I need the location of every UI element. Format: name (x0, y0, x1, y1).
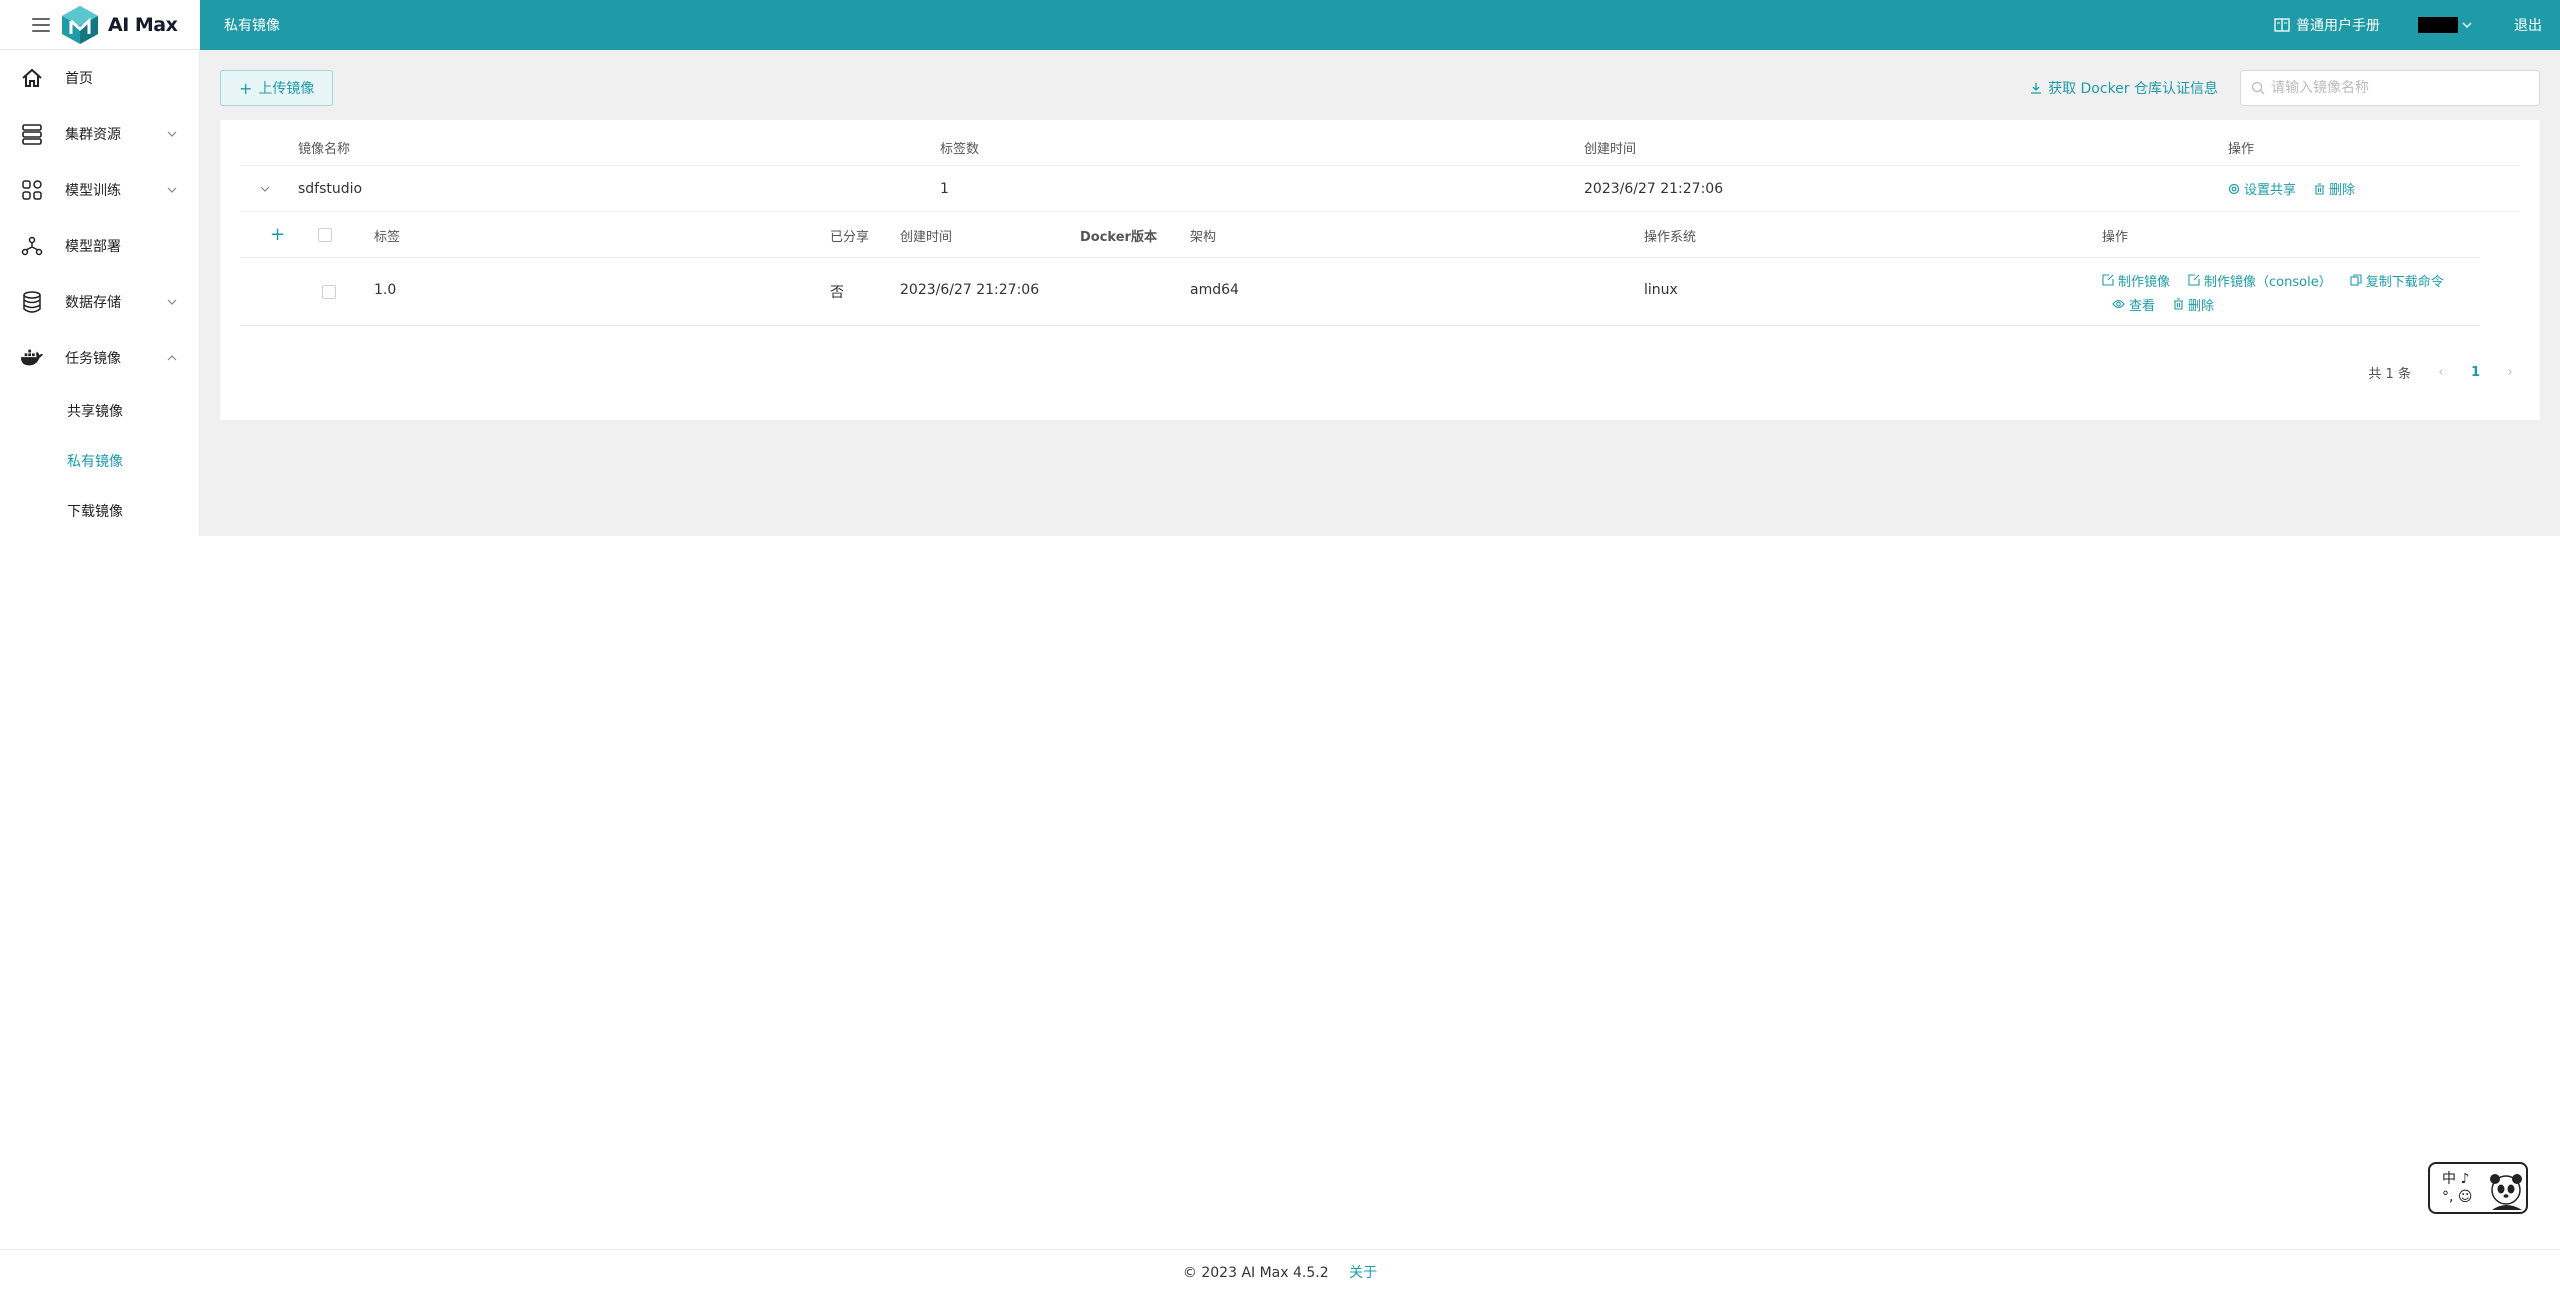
grid-icon (20, 178, 44, 202)
row-checkbox[interactable] (322, 285, 336, 299)
view-button[interactable]: 查看 (2112, 295, 2155, 314)
tag-count: 1 (940, 180, 949, 197)
copy-icon (2350, 274, 2362, 286)
sidebar-item-task-image[interactable]: 任务镜像 (0, 330, 199, 386)
search-box (2240, 70, 2540, 106)
page-title: 私有镜像 (224, 18, 280, 34)
set-share-button[interactable]: 设置共享 (2228, 179, 2296, 198)
avatar (2418, 17, 2458, 33)
pagination-total: 共 1 条 (2368, 367, 2411, 382)
content-area: + 上传镜像 获取 Docker 仓库认证信息 镜像名称 标签数 创建时间 操作… (200, 50, 2560, 536)
chevron-down-icon[interactable] (260, 186, 270, 192)
sidebar-subitem-download-images[interactable]: 下载镜像 (0, 486, 199, 536)
server-icon (20, 122, 44, 146)
edit-icon (2102, 274, 2114, 286)
user-menu[interactable] (2418, 17, 2472, 33)
column-header-created: 创建时间 (1584, 142, 1637, 157)
delete-image-button[interactable]: 删除 (2314, 179, 2355, 198)
column-header-tags: 标签数 (940, 142, 980, 157)
chevron-up-icon (167, 355, 177, 361)
plus-icon: + (239, 78, 253, 98)
app-name: AI Max (108, 13, 178, 36)
sidebar-item-storage[interactable]: 数据存储 (0, 274, 199, 330)
panda-icon (2490, 1174, 2522, 1210)
search-icon (2251, 81, 2265, 95)
database-icon (20, 290, 44, 314)
header: AI Max 私有镜像 普通用户手册 退出 (0, 0, 2560, 50)
download-icon (2031, 83, 2042, 94)
chevron-down-icon (167, 131, 177, 137)
sidebar-subitem-private-images[interactable]: 私有镜像 (0, 436, 199, 486)
docker-auth-link[interactable]: 获取 Docker 仓库认证信息 (2030, 78, 2218, 98)
tag-row: 1.0 否 2023/6/27 21:27:06 amd64 linux 制作镜… (240, 258, 2480, 326)
trash-icon (2174, 298, 2184, 310)
upload-image-button[interactable]: + 上传镜像 (220, 70, 334, 106)
column-header-ops: 操作 (2228, 142, 2255, 157)
image-table-panel: 镜像名称 标签数 创建时间 操作 sdfstudio 1 2023/6/27 2… (220, 120, 2540, 420)
column-header-docker-version: Docker版本 (1080, 230, 1157, 245)
search-input[interactable] (2271, 80, 2521, 96)
sidebar-item-deploy[interactable]: 模型部署 (0, 218, 199, 274)
table-row: sdfstudio 1 2023/6/27 21:27:06 设置共享 删除 (240, 166, 2520, 212)
manual-label: 普通用户手册 (2296, 18, 2380, 34)
sidebar-item-home[interactable]: 首页 (0, 50, 199, 106)
tag-table-header: + 标签 已分享 创建时间 Docker版本 架构 操作系统 操作 (240, 212, 2480, 258)
copyright: © 2023 AI Max 4.5.2 (1182, 1265, 1329, 1281)
column-header-tag-ops: 操作 (2102, 230, 2129, 245)
chevron-down-icon (2462, 22, 2472, 28)
app-logo-icon (62, 5, 98, 44)
ime-toolbar[interactable]: 中 ♪ °, ☺ (2428, 1162, 2528, 1214)
pagination: 共 1 条 ‹ 1 › (2368, 363, 2520, 382)
select-all-checkbox[interactable] (318, 228, 332, 242)
nodes-icon (20, 234, 44, 258)
column-header-arch: 架构 (1190, 230, 1217, 245)
eye-icon (2112, 299, 2125, 309)
sidebar: 首页 集群资源 模型训练 模型部署 数据存储 任务镜像 共享镜像 私有镜像 下载… (0, 50, 200, 536)
logout-button[interactable]: 退出 (2514, 15, 2542, 35)
sidebar-subitem-shared-images[interactable]: 共享镜像 (0, 386, 199, 436)
docker-icon (20, 346, 44, 370)
row-actions: 设置共享 删除 (2228, 179, 2373, 198)
make-image-button[interactable]: 制作镜像 (2102, 271, 2170, 290)
logo-area: AI Max (0, 0, 200, 50)
topbar: 私有镜像 普通用户手册 退出 (200, 0, 2560, 50)
footer: © 2023 AI Max 4.5.2 关于 (0, 1262, 2560, 1282)
column-header-tag: 标签 (374, 230, 401, 245)
delete-tag-button[interactable]: 删除 (2173, 295, 2214, 314)
image-name: sdfstudio (298, 180, 363, 197)
sidebar-item-cluster[interactable]: 集群资源 (0, 106, 199, 162)
make-image-console-button[interactable]: 制作镜像（console） (2188, 271, 2332, 290)
chevron-down-icon (167, 299, 177, 305)
trash-icon (2315, 182, 2325, 195)
footer-divider (0, 1249, 2560, 1250)
tag-created-value: 2023/6/27 21:27:06 (900, 282, 1040, 298)
prev-page-button[interactable]: ‹ (2431, 365, 2451, 380)
column-header-name: 镜像名称 (298, 142, 351, 157)
shared-value: 否 (830, 285, 844, 301)
user-manual-link[interactable]: 普通用户手册 (2274, 15, 2380, 35)
menu-toggle-icon[interactable] (32, 17, 50, 32)
chevron-down-icon (167, 187, 177, 193)
sidebar-item-training[interactable]: 模型训练 (0, 162, 199, 218)
column-header-tag-created: 创建时间 (900, 230, 953, 245)
column-header-shared: 已分享 (830, 230, 870, 245)
edit-icon (2188, 274, 2200, 286)
tag-value: 1.0 (374, 282, 397, 298)
copy-download-command-button[interactable]: 复制下载命令 (2350, 271, 2444, 290)
page-number[interactable]: 1 (2471, 365, 2480, 380)
tag-actions: 制作镜像 制作镜像（console） 复制下载命令 查看 删除 (2102, 268, 2502, 316)
gear-icon (2228, 183, 2240, 194)
book-icon (2274, 18, 2290, 32)
os-value: linux (1644, 282, 1678, 298)
table-header: 镜像名称 标签数 创建时间 操作 (240, 130, 2520, 166)
toolbar: + 上传镜像 获取 Docker 仓库认证信息 (220, 70, 2540, 106)
about-link[interactable]: 关于 (1349, 1265, 1377, 1281)
created-time: 2023/6/27 21:27:06 (1584, 180, 1724, 197)
column-header-os: 操作系统 (1644, 230, 1697, 245)
ime-status: 中 ♪ °, ☺ (2442, 1171, 2473, 1205)
add-tag-button[interactable]: + (270, 224, 285, 245)
home-icon (20, 66, 44, 90)
arch-value: amd64 (1190, 282, 1239, 298)
next-page-button[interactable]: › (2500, 365, 2520, 380)
